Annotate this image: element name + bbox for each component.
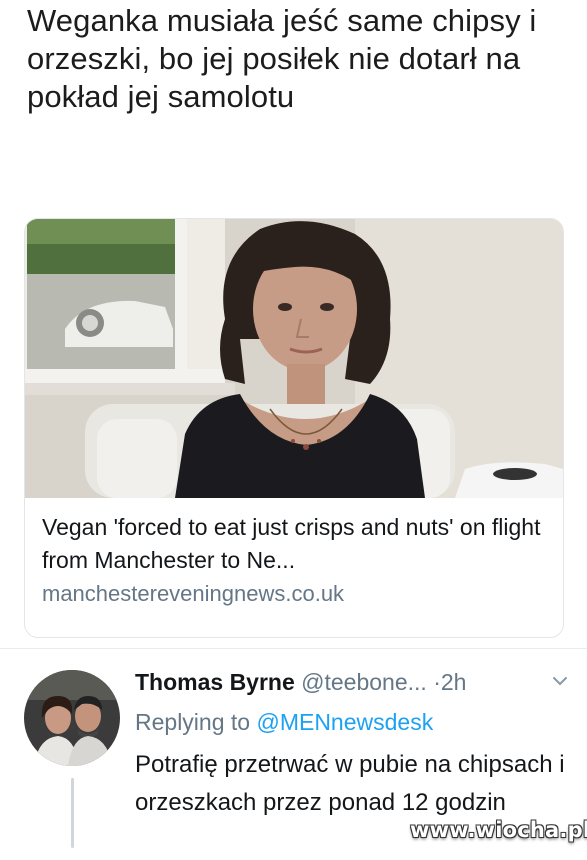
card-title[interactable]: Vegan 'forced to eat just crisps and nut… (42, 511, 557, 577)
tweet-text: Potrafię przetrwać w pubie na chipsach i… (135, 751, 565, 816)
replying-to: Replying to @MENnewsdesk (135, 706, 433, 738)
tweet-time[interactable]: 2h (441, 669, 467, 695)
thread-line (71, 778, 74, 848)
tweet-header: Thomas Byrne @teebone... ·2h (135, 666, 466, 698)
divider (0, 648, 587, 649)
author-name[interactable]: Thomas Byrne (135, 669, 295, 695)
chevron-down-icon[interactable] (549, 672, 571, 690)
watermark: www.wiocha.pl (410, 818, 587, 842)
headline: Weganka musiała jeść same chipsy i orzes… (27, 3, 537, 114)
author-handle[interactable]: @teebone... (301, 669, 427, 695)
separator-dot: · (433, 669, 441, 695)
article-photo (25, 219, 563, 498)
mention-link[interactable]: @MENnewsdesk (256, 709, 433, 735)
card-domain[interactable]: manchestereveningnews.co.uk (42, 579, 344, 609)
link-preview-card[interactable]: Vegan 'forced to eat just crisps and nut… (24, 218, 564, 638)
avatar[interactable] (24, 670, 120, 766)
replying-prefix: Replying to (135, 709, 251, 735)
